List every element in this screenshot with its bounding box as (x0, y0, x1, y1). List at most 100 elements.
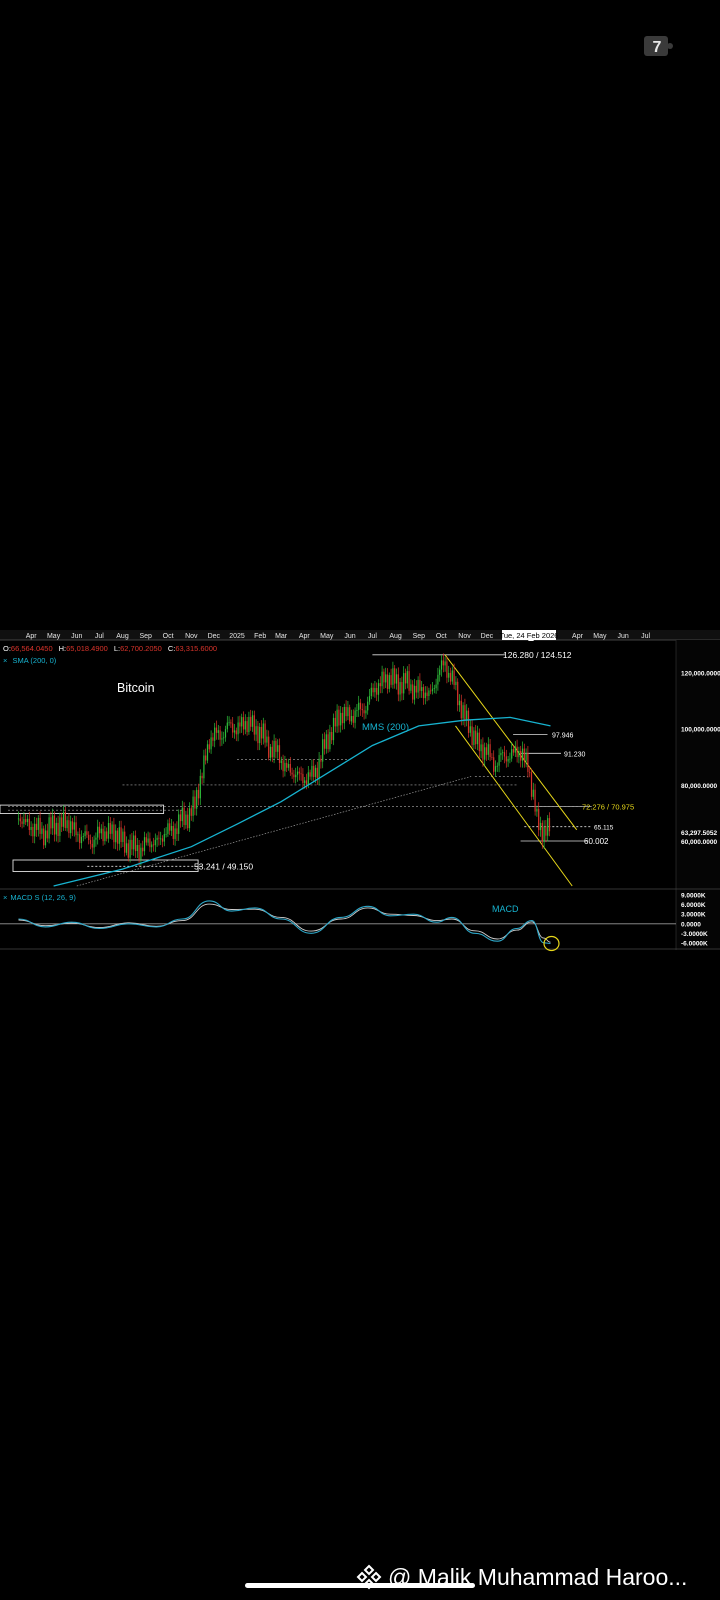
candle-body (431, 688, 434, 692)
candle-body (48, 817, 50, 839)
candle-body (136, 845, 138, 851)
candle-body (381, 671, 383, 687)
candle-body (487, 744, 489, 755)
candle-body (178, 814, 180, 834)
candle-body (170, 826, 173, 831)
level-labels: 126.280 / 124.512 97.946 91.230 72.276 / 70… (194, 650, 634, 872)
candle-body (250, 716, 252, 727)
candle-body (356, 710, 358, 711)
candle-body (379, 683, 381, 687)
candle-body (43, 828, 45, 846)
candle-body (446, 661, 448, 678)
y-tick-label: 80,000.0000 (681, 783, 718, 790)
candle-body (433, 688, 435, 689)
candle-body (511, 749, 513, 759)
candle-body (538, 808, 540, 831)
candle-body (521, 748, 524, 761)
level-label: 53.241 / 49.150 (194, 861, 253, 871)
candle-body (212, 737, 214, 741)
home-indicator[interactable] (245, 1583, 475, 1588)
macd-line (18, 900, 551, 945)
candle-body (77, 834, 79, 836)
y-tick-label: 100,000.0000 (681, 727, 720, 734)
macd-y-tick-label: 0.0000 (681, 921, 701, 928)
x-tick-label: Jul (95, 633, 104, 640)
candle-body (127, 843, 129, 858)
candle-body (259, 727, 261, 744)
candle-body (235, 730, 237, 735)
candle-body (439, 669, 441, 675)
candle-body (298, 771, 300, 774)
candle-body (197, 789, 200, 799)
candle-body (70, 821, 72, 834)
candle-body (109, 823, 111, 834)
candle-body (476, 732, 479, 745)
candle-body (419, 679, 421, 691)
level-label: 91.230 (564, 751, 586, 758)
candle-body (79, 834, 81, 844)
candle-body (448, 672, 450, 678)
candle-body (480, 744, 482, 752)
bitcoin-chart[interactable]: Apr May Jun Jul Aug Sep Oct Nov Dec 2025 Feb Mar Apr… (0, 630, 720, 970)
candle-body (322, 739, 324, 762)
candle-body (386, 674, 389, 689)
candle-body (358, 702, 360, 710)
candle-body (219, 730, 221, 740)
candle-body (167, 823, 169, 834)
candle-body (100, 828, 102, 834)
x-tick-label: Feb (254, 633, 266, 640)
candle-body (361, 708, 363, 711)
candle-body (226, 722, 228, 730)
candle-body (68, 820, 70, 834)
candle-body (394, 668, 396, 684)
close-x-icon: × (3, 656, 7, 665)
x-tick-label: Apr (299, 633, 311, 640)
candle-body (205, 755, 207, 761)
candle-body (320, 758, 322, 762)
candle-body (485, 747, 488, 755)
candle-body (39, 817, 41, 834)
candle-body (37, 817, 39, 830)
candle-body (154, 839, 156, 846)
candle-body (284, 762, 286, 772)
candle-body (293, 774, 295, 778)
candle-body (341, 712, 344, 724)
candle-body (183, 807, 185, 825)
crosshair: Tue, 24 Feb 2026 (500, 630, 558, 641)
candle-body (124, 831, 126, 853)
candle-body (50, 817, 52, 829)
ohlc-open-value: 66,564.0450 (11, 644, 53, 653)
ohlc-open-label: O: (3, 644, 11, 653)
candle-body (122, 831, 124, 842)
candle-body (257, 726, 259, 744)
candle-body (359, 702, 362, 709)
y-tick-label: 120,000.0000 (681, 671, 720, 678)
candle-body (140, 847, 142, 860)
candle-body (158, 837, 160, 839)
candle-body (437, 674, 439, 685)
candle-body (289, 764, 291, 773)
candle-body (98, 826, 101, 834)
candle-body (275, 740, 277, 752)
candle-body (377, 683, 380, 695)
candle-body (282, 760, 284, 772)
x-tick-label: Aug (116, 633, 129, 640)
candle-body (138, 845, 140, 860)
x-tick-label: Apr (26, 633, 38, 640)
candle-body (471, 726, 473, 745)
candle-body (390, 675, 392, 685)
candle-body (181, 807, 183, 822)
candle-body (188, 808, 191, 829)
candle-body (545, 826, 547, 836)
candle-body (134, 835, 137, 852)
candle-body (26, 818, 29, 823)
candle-body (237, 722, 239, 735)
candle-body (539, 822, 542, 831)
candle-body (314, 767, 317, 777)
candle-body (32, 827, 34, 837)
x-tick-label: Jul (368, 633, 377, 640)
candle-body (28, 818, 30, 830)
candle-body (129, 839, 131, 858)
candle-body (516, 746, 518, 758)
x-tick-label: Apr (572, 633, 584, 640)
